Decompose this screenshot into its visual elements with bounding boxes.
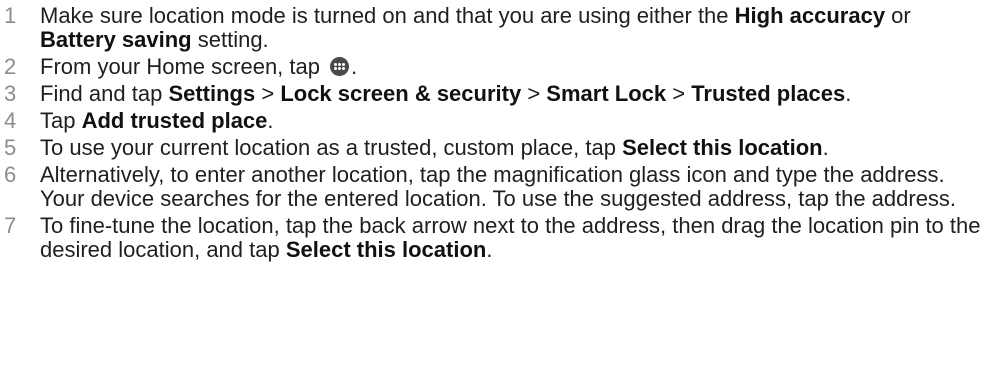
step-text-run: Find and tap xyxy=(40,81,169,106)
instruction-step: 2 From your Home screen, tap . xyxy=(0,55,995,79)
step-text-run: To use your current location as a truste… xyxy=(40,135,623,160)
ui-term: Lock screen & security xyxy=(280,81,522,106)
step-text: Tap Add trusted place. xyxy=(40,109,995,133)
step-text-run: To fine-tune the location, tap the back … xyxy=(40,213,981,262)
instruction-step: 4 Tap Add trusted place. xyxy=(0,109,995,133)
step-number: 6 xyxy=(4,162,17,187)
step-number: 1 xyxy=(4,3,17,28)
step-text: From your Home screen, tap . xyxy=(40,55,995,79)
step-text-run: . xyxy=(267,108,274,133)
instruction-step: 1 Make sure location mode is turned on an… xyxy=(0,4,995,52)
instruction-step: 7 To fine-tune the location, tap the back… xyxy=(0,214,995,262)
ui-term: Smart Lock xyxy=(546,81,667,106)
step-number: 7 xyxy=(4,213,17,238)
step-text-run: Tap xyxy=(40,108,82,133)
step-text: Find and tap Settings > Lock screen & se… xyxy=(40,82,995,106)
step-number: 3 xyxy=(4,81,17,106)
step-text-run: setting. xyxy=(191,27,269,52)
step-text: To fine-tune the location, tap the back … xyxy=(40,214,995,262)
step-text-run: . xyxy=(351,54,358,79)
ui-term: Add trusted place xyxy=(81,108,268,133)
step-number: 5 xyxy=(4,135,17,160)
ui-term: Battery saving xyxy=(40,27,192,52)
ui-term: High accuracy xyxy=(734,3,886,28)
step-text: Alternatively, to enter another location… xyxy=(40,163,995,211)
step-text-run: > xyxy=(521,81,547,106)
apps-grid-icon xyxy=(330,57,350,76)
step-text-run: From your Home screen, tap xyxy=(40,54,327,79)
step-number: 4 xyxy=(4,108,17,133)
instruction-step: 5 To use your current location as a trust… xyxy=(0,136,995,160)
step-number: 2 xyxy=(4,54,17,79)
step-text-run: or xyxy=(885,3,911,28)
step-text-run: . xyxy=(822,135,829,160)
step-text: Make sure location mode is turned on and… xyxy=(40,4,995,52)
step-text-run: Make sure location mode is turned on and… xyxy=(40,3,735,28)
ui-term: Select this location xyxy=(285,237,487,262)
instruction-steps-list: 1 Make sure location mode is turned on an… xyxy=(0,0,995,265)
ui-term: Settings xyxy=(168,81,256,106)
step-text-run: Alternatively, to enter another location… xyxy=(40,162,957,211)
step-text: To use your current location as a truste… xyxy=(40,136,995,160)
step-text-run: . xyxy=(486,237,493,262)
step-text-run: > xyxy=(255,81,281,106)
step-text-run: . xyxy=(845,81,852,106)
ui-term: Trusted places xyxy=(691,81,846,106)
step-text-run: > xyxy=(666,81,692,106)
ui-term: Select this location xyxy=(622,135,823,160)
instruction-step: 3 Find and tap Settings > Lock screen & s… xyxy=(0,82,995,106)
instruction-step: 6 Alternatively, to enter another locatio… xyxy=(0,163,995,211)
